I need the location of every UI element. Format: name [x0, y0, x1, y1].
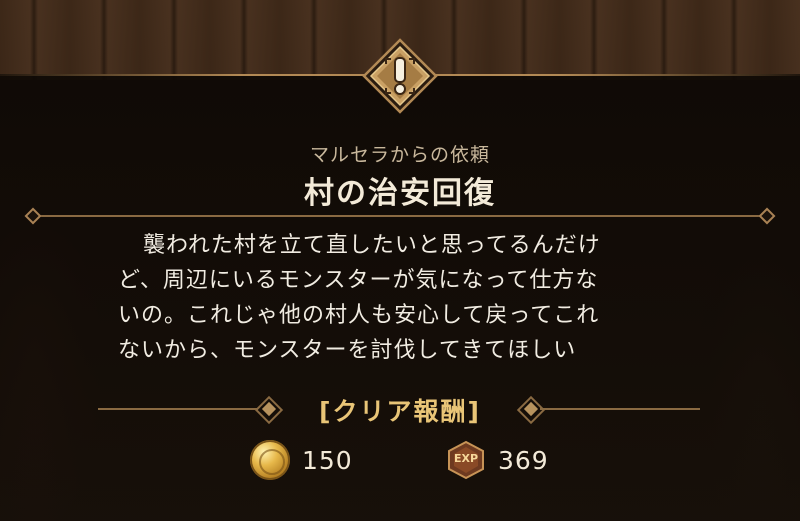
quest-dialog-screen: マルセラからの依頼 村の治安回復 襲われた村を立て直したいと思ってるんだけ ど、…	[0, 0, 800, 521]
gold-reward: 150	[250, 440, 353, 480]
description-line: いの。これじゃ他の村人も安心して戻ってこれ	[118, 303, 600, 328]
quest-requester: マルセラからの依頼	[309, 144, 490, 166]
exp-label: EXP	[453, 452, 479, 465]
exp-reward: EXP 369	[446, 440, 549, 480]
reward-header: [クリア報酬]	[319, 397, 481, 426]
gold-coin-icon	[250, 440, 290, 480]
description-line: ないから、モンスターを討伐してきてほしい	[118, 338, 577, 363]
description-line: 襲われた村を立て直したいと思ってるんだけ	[143, 233, 601, 258]
title-divider	[32, 215, 768, 217]
exclamation-icon	[362, 38, 438, 114]
description-line: ど、周辺にいるモンスターが気になって仕方な	[118, 268, 599, 293]
exp-icon: EXP	[446, 440, 486, 480]
exp-reward-value: 369	[498, 445, 549, 475]
gold-reward-value: 150	[302, 445, 353, 475]
quest-title: 村の治安回復	[304, 176, 496, 211]
quest-description: 襲われた村を立て直したいと思ってるんだけ ど、周辺にいるモンスターが気になって仕…	[118, 228, 698, 368]
